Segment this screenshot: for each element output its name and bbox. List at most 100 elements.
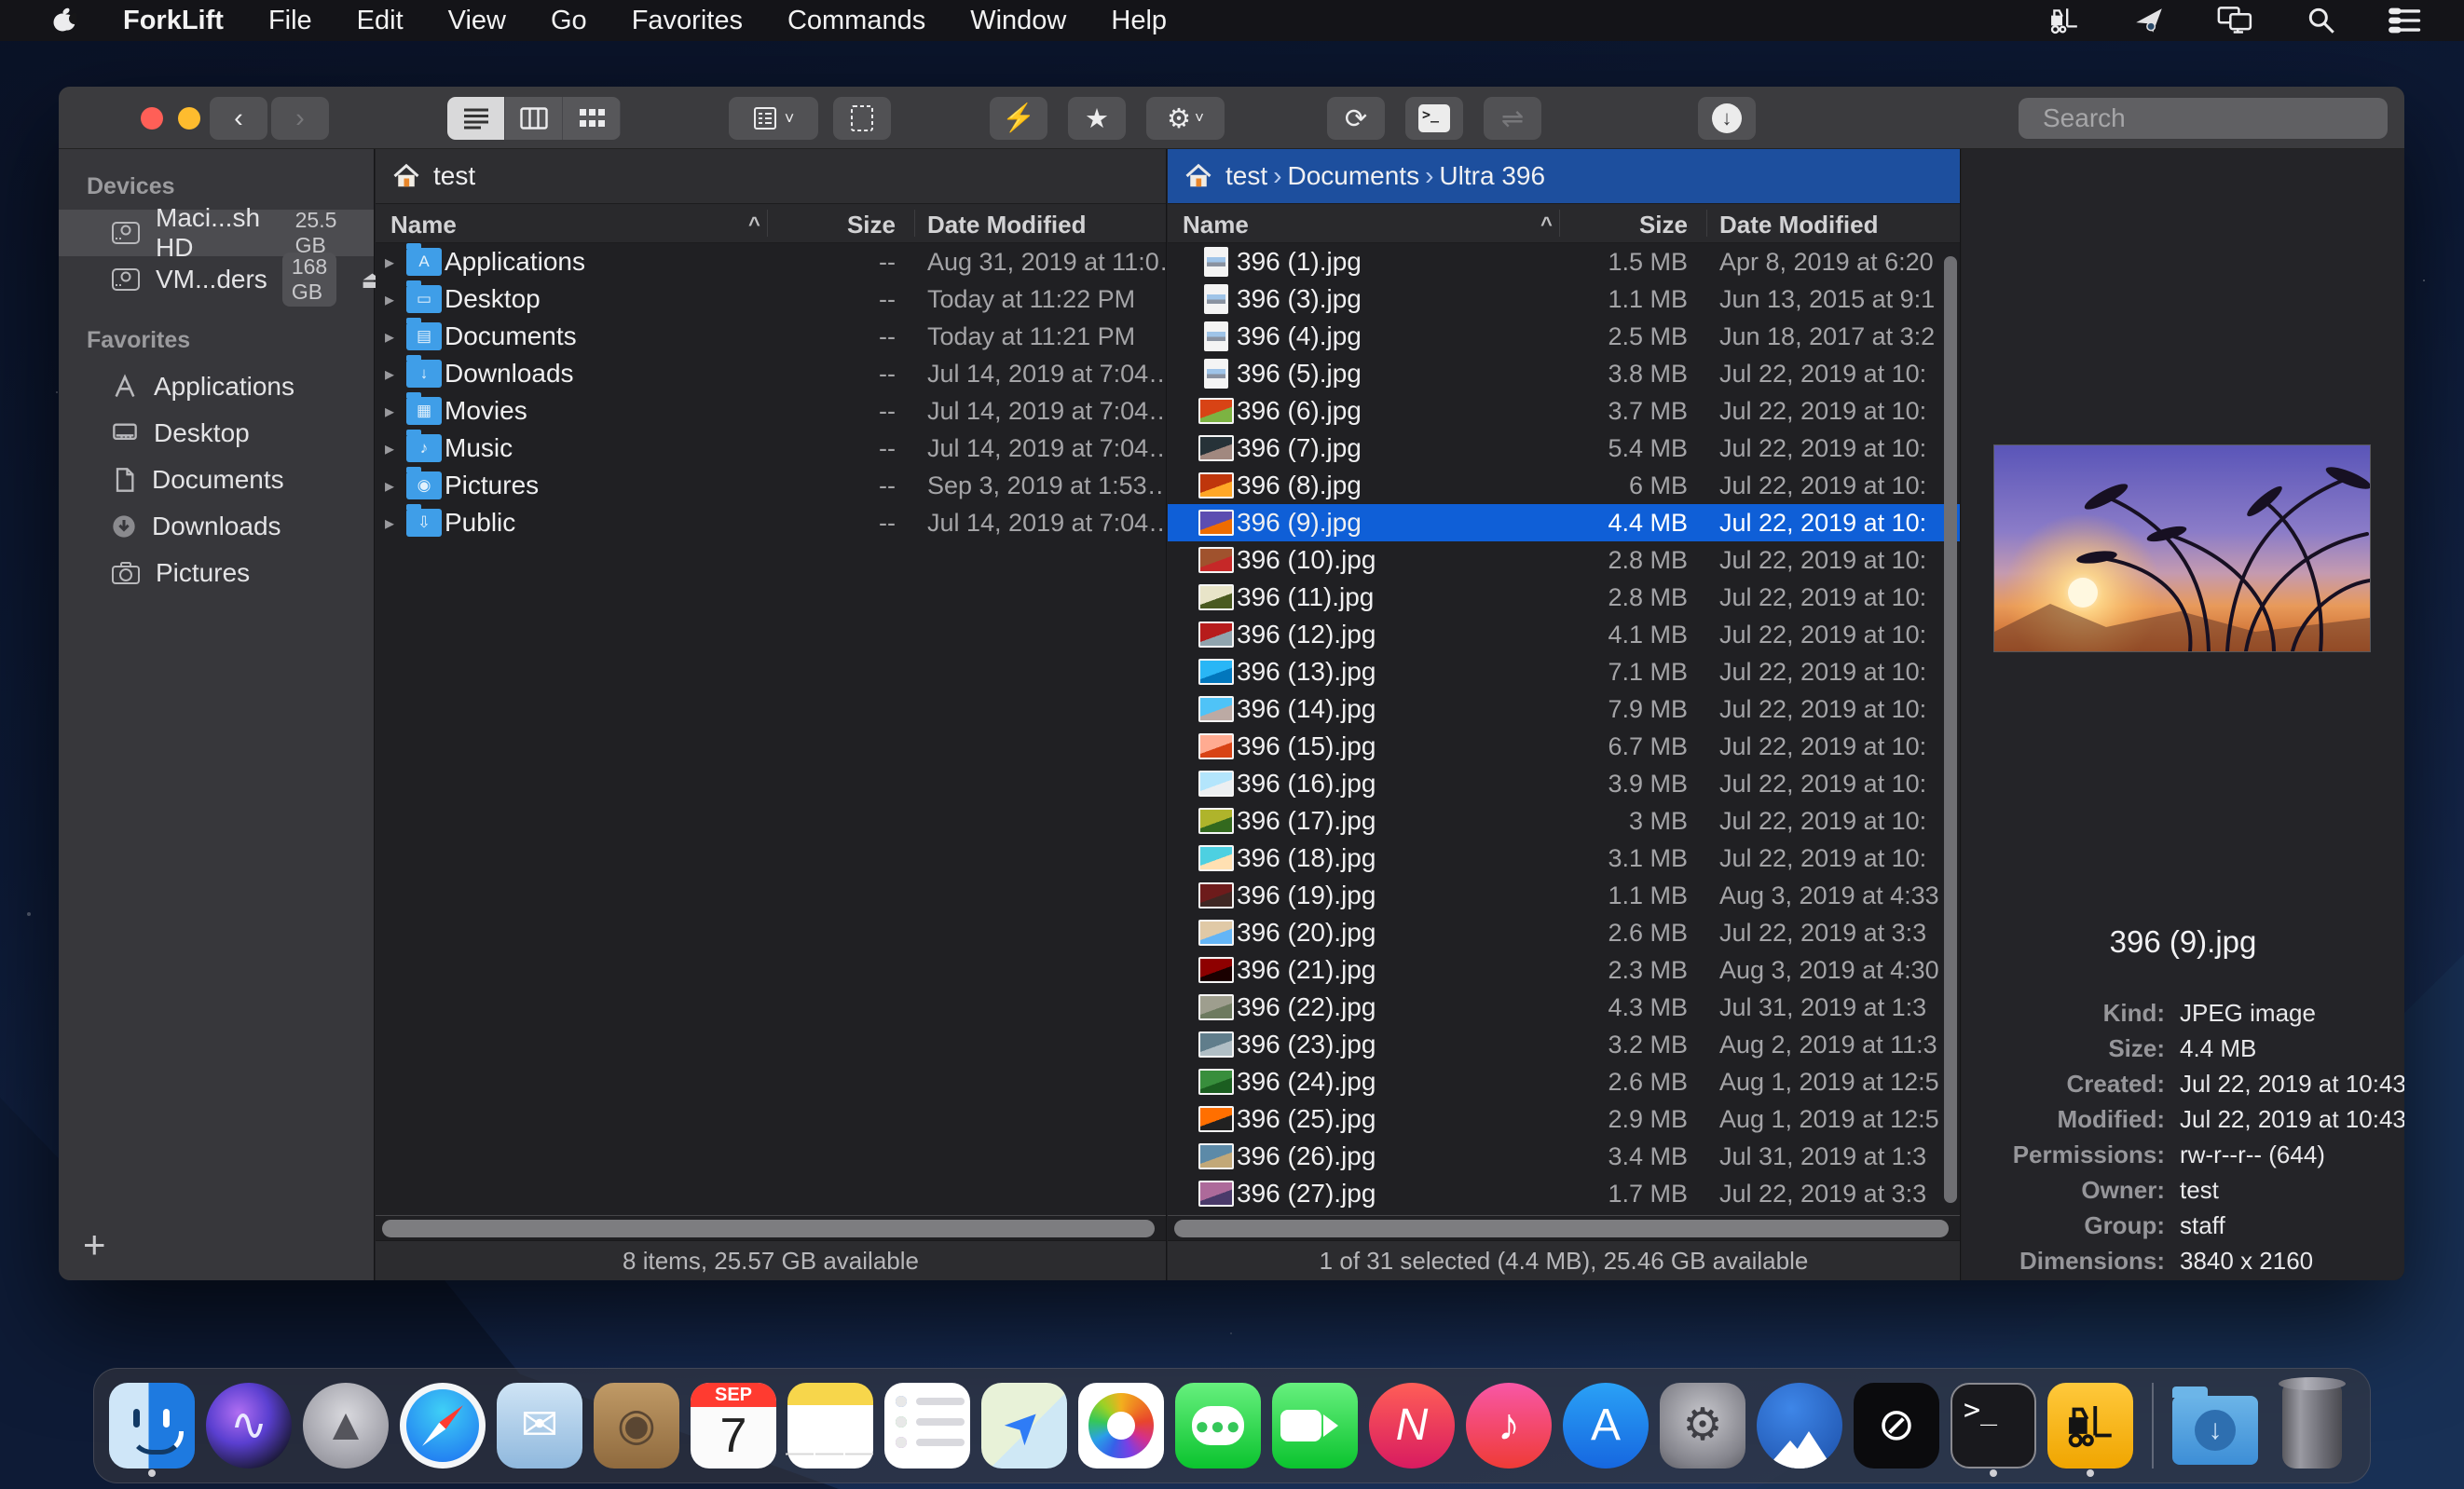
sidebar-item-pictures[interactable]: Pictures xyxy=(59,550,374,596)
folder-row[interactable]: ▸◉Pictures--Sep 3, 2019 at 1:53… xyxy=(376,467,1166,504)
dock-icon-app-blue-mountains[interactable] xyxy=(1755,1381,1844,1470)
back-button[interactable]: ‹ xyxy=(210,97,267,140)
dock-icon-app-store[interactable]: A xyxy=(1561,1381,1650,1470)
disclosure-triangle-icon[interactable]: ▸ xyxy=(376,512,404,535)
list-view-icon[interactable] xyxy=(447,97,505,140)
close-button[interactable] xyxy=(141,107,163,130)
sidebar-item-downloads[interactable]: Downloads xyxy=(59,503,374,550)
dock-icon-safari[interactable] xyxy=(398,1381,487,1470)
dock-icon-launchpad[interactable]: ▲ xyxy=(301,1381,390,1470)
file-row[interactable]: 396 (7).jpg5.4 MBJul 22, 2019 at 10: xyxy=(1168,430,1960,467)
notification-list-icon[interactable] xyxy=(2388,5,2423,36)
column-name[interactable]: Name xyxy=(1183,211,1249,239)
dock-icon-terminal[interactable]: >_ xyxy=(1949,1381,2038,1470)
dock-icon-news[interactable]: N xyxy=(1367,1381,1457,1470)
file-row[interactable]: 396 (3).jpg1.1 MBJun 13, 2015 at 9:1 xyxy=(1168,280,1960,318)
sidebar-item-documents[interactable]: Documents xyxy=(59,457,374,503)
menu-item-edit[interactable]: Edit xyxy=(335,6,426,35)
icon-view-icon[interactable] xyxy=(563,97,621,140)
dock-icon-reminders[interactable] xyxy=(883,1381,972,1470)
file-row[interactable]: 396 (1).jpg1.5 MBApr 8, 2019 at 6:20 xyxy=(1168,243,1960,280)
right-horizontal-scrollbar[interactable] xyxy=(1168,1215,1960,1240)
file-row[interactable]: 396 (19).jpg1.1 MBAug 3, 2019 at 4:33 xyxy=(1168,877,1960,914)
dock-icon-facetime[interactable] xyxy=(1270,1381,1360,1470)
connect-button[interactable]: ⚡ xyxy=(990,97,1047,140)
file-row[interactable]: 396 (15).jpg6.7 MBJul 22, 2019 at 10: xyxy=(1168,728,1960,765)
favorites-button[interactable]: ★ xyxy=(1068,97,1126,140)
column-date[interactable]: Date Modified xyxy=(927,211,1086,239)
folder-row[interactable]: ▸▦Movies--Jul 14, 2019 at 7:04… xyxy=(376,392,1166,430)
terminal-button[interactable]: >_ xyxy=(1405,97,1463,140)
forklift-icon[interactable] xyxy=(2046,5,2082,36)
file-row[interactable]: 396 (12).jpg4.1 MBJul 22, 2019 at 10: xyxy=(1168,616,1960,653)
breadcrumb-segment[interactable]: Documents xyxy=(1287,161,1419,190)
search-icon[interactable] xyxy=(2306,5,2337,36)
disclosure-triangle-icon[interactable]: ▸ xyxy=(376,400,404,423)
right-vertical-scrollbar[interactable] xyxy=(1943,243,1958,1214)
file-row[interactable]: 396 (6).jpg3.7 MBJul 22, 2019 at 10: xyxy=(1168,392,1960,430)
file-row[interactable]: 396 (26).jpg3.4 MBJul 31, 2019 at 1:3 xyxy=(1168,1138,1960,1175)
column-view-icon[interactable] xyxy=(505,97,563,140)
folder-row[interactable]: ▸▤Documents--Today at 11:21 PM xyxy=(376,318,1166,355)
minimize-button[interactable] xyxy=(178,107,200,130)
file-row[interactable]: 396 (16).jpg3.9 MBJul 22, 2019 at 10: xyxy=(1168,765,1960,802)
dock-icon-downloads-folder[interactable]: ↓ xyxy=(2170,1381,2260,1470)
disclosure-triangle-icon[interactable]: ▸ xyxy=(376,437,404,460)
file-row[interactable]: 396 (5).jpg3.8 MBJul 22, 2019 at 10: xyxy=(1168,355,1960,392)
breadcrumb-segment[interactable]: Ultra 396 xyxy=(1439,161,1545,190)
dock-icon-finder[interactable] xyxy=(107,1381,197,1470)
download-activity-button[interactable]: ↓ xyxy=(1698,97,1756,140)
folder-row[interactable]: ▸AApplications--Aug 31, 2019 at 11:0… xyxy=(376,243,1166,280)
folder-row[interactable]: ▸↓Downloads--Jul 14, 2019 at 7:04… xyxy=(376,355,1166,392)
disclosure-triangle-icon[interactable]: ▸ xyxy=(376,474,404,498)
dock-icon-notes[interactable]: ——— xyxy=(786,1381,875,1470)
disclosure-triangle-icon[interactable]: ▸ xyxy=(376,362,404,386)
disclosure-triangle-icon[interactable]: ▸ xyxy=(376,325,404,348)
file-row[interactable]: 396 (13).jpg7.1 MBJul 22, 2019 at 10: xyxy=(1168,653,1960,690)
menu-item-go[interactable]: Go xyxy=(528,6,609,35)
folder-row[interactable]: ▸♪Music--Jul 14, 2019 at 7:04… xyxy=(376,430,1166,467)
left-path-bar[interactable]: test xyxy=(376,149,1166,203)
file-row[interactable]: 396 (8).jpg6 MBJul 22, 2019 at 10: xyxy=(1168,467,1960,504)
file-row[interactable]: 396 (18).jpg3.1 MBJul 22, 2019 at 10: xyxy=(1168,840,1960,877)
menu-item-window[interactable]: Window xyxy=(948,6,1088,35)
dock-icon-maps[interactable]: ➤ xyxy=(979,1381,1069,1470)
file-row[interactable]: 396 (10).jpg2.8 MBJul 22, 2019 at 10: xyxy=(1168,541,1960,579)
refresh-button[interactable]: ⟳ xyxy=(1327,97,1385,140)
actions-button[interactable]: ⚙˅ xyxy=(1146,97,1225,140)
file-row[interactable]: 396 (23).jpg3.2 MBAug 2, 2019 at 11:3 xyxy=(1168,1026,1960,1063)
file-row[interactable]: 396 (14).jpg7.9 MBJul 22, 2019 at 10: xyxy=(1168,690,1960,728)
add-favorite-button[interactable]: + xyxy=(83,1223,106,1267)
file-row[interactable]: 396 (21).jpg2.3 MBAug 3, 2019 at 4:30 xyxy=(1168,951,1960,989)
displays-icon[interactable] xyxy=(2216,5,2255,36)
dock-icon-calendar[interactable]: SEP7 xyxy=(689,1381,778,1470)
menu-item-view[interactable]: View xyxy=(426,6,528,35)
column-size[interactable]: Size xyxy=(1568,211,1688,239)
column-date[interactable]: Date Modified xyxy=(1719,211,1878,239)
dock-icon-contacts[interactable]: ◉ xyxy=(592,1381,681,1470)
file-row[interactable]: 396 (25).jpg2.9 MBAug 1, 2019 at 12:5 xyxy=(1168,1100,1960,1138)
dock-icon-system-preferences[interactable]: ⚙ xyxy=(1658,1381,1747,1470)
left-horizontal-scrollbar[interactable] xyxy=(376,1215,1166,1240)
menu-item-file[interactable]: File xyxy=(246,6,335,35)
dock-icon-app-black-slash[interactable]: ⊘ xyxy=(1852,1381,1941,1470)
right-breadcrumb-bar[interactable]: test›Documents›Ultra 396 xyxy=(1168,149,1960,203)
sidebar-item-desktop[interactable]: Desktop xyxy=(59,410,374,457)
dock-icon-photos[interactable] xyxy=(1076,1381,1166,1470)
send-icon[interactable] xyxy=(2132,5,2166,36)
menu-item-commands[interactable]: Commands xyxy=(765,6,948,35)
disclosure-triangle-icon[interactable]: ▸ xyxy=(376,251,404,274)
dock-icon-mail[interactable]: ✉ xyxy=(495,1381,584,1470)
sidebar-item-vmders[interactable]: VM...ders168 GB⏏ xyxy=(59,256,374,303)
file-row[interactable]: 396 (27).jpg1.7 MBJul 22, 2019 at 3:3 xyxy=(1168,1175,1960,1212)
forward-button[interactable]: › xyxy=(271,97,329,140)
file-row[interactable]: 396 (20).jpg2.6 MBJul 22, 2019 at 3:3 xyxy=(1168,914,1960,951)
dock-icon-itunes[interactable]: ♪ xyxy=(1464,1381,1554,1470)
menu-item-forklift[interactable]: ForkLift xyxy=(101,6,246,35)
file-row[interactable]: 396 (17).jpg3 MBJul 22, 2019 at 10: xyxy=(1168,802,1960,840)
folder-row[interactable]: ▸▭Desktop--Today at 11:22 PM xyxy=(376,280,1166,318)
dock-icon-forklift[interactable] xyxy=(2046,1381,2135,1470)
disclosure-triangle-icon[interactable]: ▸ xyxy=(376,288,404,311)
sidebar-item-macishhd[interactable]: Maci...sh HD25.5 GB xyxy=(59,210,374,256)
column-name[interactable]: Name xyxy=(390,211,457,239)
